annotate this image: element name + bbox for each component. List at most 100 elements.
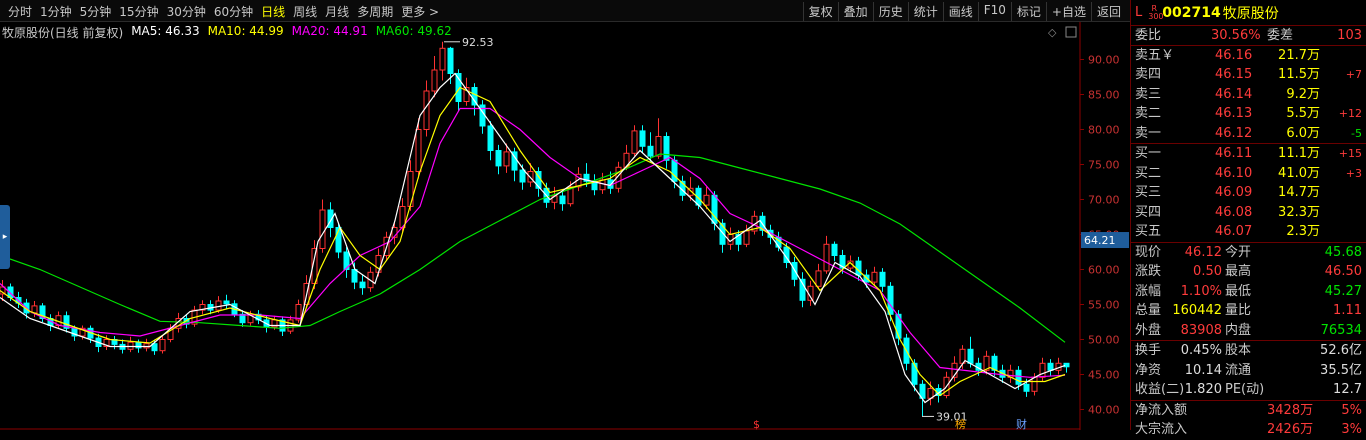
window-toggle-icon[interactable] (1065, 26, 1077, 38)
bid-volume: 41.0万 (1278, 165, 1320, 181)
tool-button-2[interactable]: 历史 (872, 2, 908, 21)
panel-row: 买二 46.10 41.0万 +3 (1131, 164, 1366, 184)
candle-body (439, 47, 446, 71)
candle-body (823, 243, 830, 272)
tool-button-6[interactable]: 标记 (1010, 2, 1046, 21)
flow-label: 净流入额 (1135, 402, 1188, 418)
ask-volume: 11.5万 (1278, 67, 1320, 82)
quote-panel: L R 300 002714 牧原股份 委比 30.56% 委差 103 卖五￥ 4… (1130, 0, 1366, 437)
period-tab-5[interactable]: 60分钟 (210, 3, 257, 20)
panel-row: 买三 46.09 14.7万 (1131, 183, 1366, 203)
ask-price: 46.16 (1215, 47, 1253, 63)
stat-value-2: 46.50 (1324, 264, 1362, 279)
legend-title: 牧原股份(日线 前复权) (2, 26, 124, 40)
candle-body (639, 130, 646, 147)
stock-name: 牧原股份 (1222, 5, 1279, 22)
event-marker[interactable]: $ (753, 418, 760, 430)
ma-legend: 牧原股份(日线 前复权) MA5: 46.33 MA10: 44.99 MA20… (2, 24, 452, 41)
kline-svg[interactable]: 90.0085.0080.0075.0070.0065.0060.0055.00… (0, 22, 1130, 430)
panel-row: 涨幅 1.10% 最低 45.27 (1131, 282, 1366, 302)
bid-label: 买二 (1135, 165, 1162, 181)
price-marker-label: 64.21 (1084, 234, 1116, 247)
y-tick-label: 70.00 (1088, 194, 1120, 207)
money-flow: 净流入额 3428万 5% 大宗流入 2426万 3% (1131, 401, 1366, 440)
stat-label: 涨幅 (1135, 283, 1162, 299)
expand-sidebar-handle[interactable]: ▸ (0, 205, 10, 269)
period-tab-2[interactable]: 5分钟 (76, 3, 116, 20)
flow-pct: 5% (1341, 402, 1362, 418)
ask-change: +7 (1345, 68, 1362, 81)
fund-label: 净资 (1135, 362, 1162, 378)
panel-row: 净资 10.14 流通 35.5亿 (1131, 361, 1366, 381)
panel-row: 买一 46.11 11.1万 +15 (1131, 144, 1366, 164)
bid-price: 46.11 (1215, 146, 1253, 161)
stock-title: L R 300 002714 牧原股份 (1131, 0, 1366, 26)
stat-value: 160442 (1172, 303, 1222, 318)
panel-row: 收益(二) 1.820 PE(动) 12.7 (1131, 380, 1366, 400)
y-tick-label: 55.00 (1088, 299, 1120, 312)
level-badge: L (1135, 5, 1143, 20)
legend-ma5: MA5: 46.33 (131, 24, 200, 38)
kline-chart[interactable]: 90.0085.0080.0075.0070.0065.0060.0055.00… (0, 22, 1130, 430)
ask-volume: 5.5万 (1286, 106, 1320, 121)
ask-label: 卖三 (1135, 86, 1162, 102)
quote-stats: 现价 46.12 今开 45.68 涨跌 0.50 最高 46.50 涨幅 1.10% 最低 45.2… (1131, 243, 1366, 341)
tool-button-7[interactable]: +自选 (1045, 2, 1091, 21)
ask-price: 46.14 (1215, 86, 1253, 102)
period-tab-3[interactable]: 15分钟 (115, 3, 162, 20)
panel-row: 买四 46.08 32.3万 (1131, 203, 1366, 223)
flow-value: 3428万 (1267, 402, 1314, 418)
stat-value: 46.12 (1184, 244, 1222, 260)
stat-label-2: 最高 (1225, 264, 1252, 279)
period-tab-0[interactable]: 分时 (4, 3, 36, 20)
stat-label-2: 最低 (1225, 283, 1252, 299)
panel-row: 外盘 83908 内盘 76534 (1131, 321, 1366, 341)
period-tab-9[interactable]: 多周期 (353, 3, 397, 20)
period-tab-1[interactable]: 1分钟 (36, 3, 76, 20)
ask-change: +12 (1338, 107, 1362, 120)
stat-value-2: 76534 (1320, 322, 1362, 338)
period-tab-10[interactable]: 更多 > (397, 3, 443, 20)
tool-button-3[interactable]: 统计 (907, 2, 943, 21)
candle-body (815, 270, 822, 287)
tool-button-1[interactable]: 叠加 (837, 2, 873, 21)
panel-row: 卖一 46.12 6.0万 -5 (1131, 124, 1366, 144)
candle-body (1023, 383, 1030, 392)
candle-body (559, 195, 566, 205)
panel-row: 现价 46.12 今开 45.68 (1131, 243, 1366, 263)
ask-label: 卖二 (1135, 106, 1162, 121)
y-tick-label: 80.00 (1088, 124, 1120, 137)
diamond-icon[interactable]: ◇ (1048, 26, 1057, 39)
candle-body (503, 151, 510, 167)
tool-button-4[interactable]: 画线 (942, 2, 978, 21)
ask-price: 46.12 (1215, 125, 1253, 141)
stat-value-2: 45.27 (1324, 283, 1362, 299)
candle-body (631, 130, 638, 154)
bid-price: 46.07 (1215, 224, 1253, 239)
bid-price: 46.08 (1215, 204, 1253, 220)
period-tab-4[interactable]: 30分钟 (163, 3, 210, 20)
bid-label: 买四 (1135, 204, 1162, 220)
tool-button-8[interactable]: 返回 (1090, 2, 1126, 21)
stat-value: 0.50 (1193, 264, 1222, 279)
stat-label: 现价 (1135, 244, 1162, 260)
candle-body (319, 209, 326, 249)
fund-value: 0.45% (1180, 343, 1222, 358)
fund-value-2: 52.6亿 (1320, 343, 1362, 358)
period-tab-8[interactable]: 月线 (321, 3, 353, 20)
event-marker[interactable]: 榜 (955, 417, 966, 430)
tool-button-5[interactable]: F10 (977, 2, 1011, 21)
bid-volume: 11.1万 (1278, 146, 1320, 161)
event-marker[interactable]: 财 (1016, 417, 1027, 430)
panel-row: 卖五￥ 46.16 21.7万 (1131, 46, 1366, 66)
tool-button-0[interactable]: 复权 (802, 2, 838, 21)
ask-label: 卖四 (1135, 67, 1162, 82)
panel-row: 卖四 46.15 11.5万 +7 (1131, 65, 1366, 85)
weibi-row: 委比 30.56% 委差 103 (1131, 26, 1366, 46)
candle-body (519, 169, 526, 183)
index-badge: R 300 (1148, 4, 1163, 21)
period-tab-7[interactable]: 周线 (289, 3, 321, 20)
candle-body (359, 281, 366, 289)
period-tab-6[interactable]: 日线 (257, 3, 289, 20)
weibi-value: 30.56% (1211, 28, 1261, 43)
